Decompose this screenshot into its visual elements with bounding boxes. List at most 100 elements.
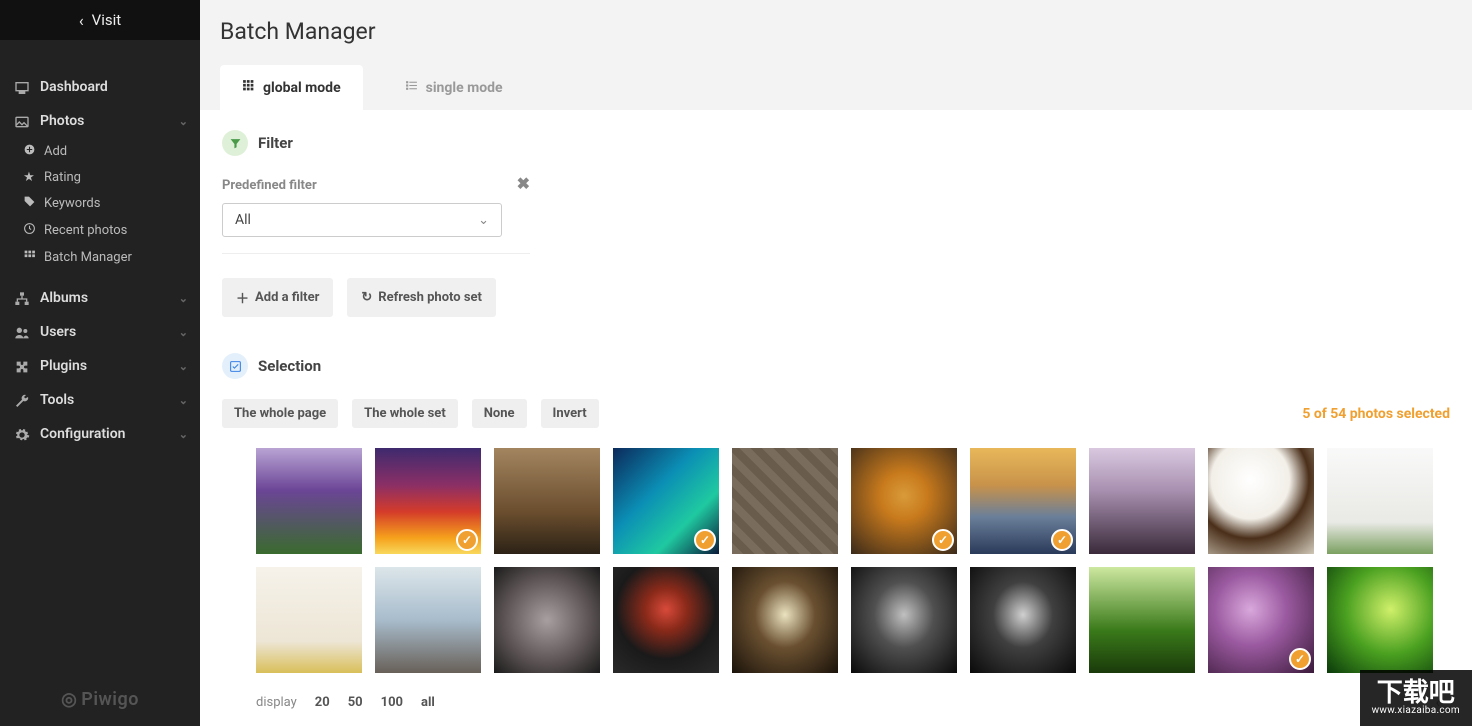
refresh-photo-set-button[interactable]: ↻ Refresh photo set [347, 278, 496, 317]
sidebar-item-configuration[interactable]: Configuration ⌄ [0, 417, 200, 451]
photo-thumbnail[interactable] [1208, 448, 1314, 554]
display-all[interactable]: all [421, 695, 435, 710]
nav-label: Albums [40, 290, 88, 306]
tab-label: global mode [263, 80, 341, 96]
sidebar-sub-rating[interactable]: ★ Rating [0, 165, 200, 190]
nav-label: Tools [40, 392, 74, 408]
select-invert-button[interactable]: Invert [541, 399, 599, 428]
star-icon: ★ [20, 170, 38, 185]
wrench-icon [12, 391, 32, 409]
grid-icon [20, 249, 38, 266]
thumbnail-image [613, 567, 719, 673]
nav-label: Users [40, 324, 76, 340]
selected-check-icon: ✓ [1289, 648, 1311, 670]
thumbnail-image [494, 448, 600, 554]
photo-thumbnail[interactable] [1327, 448, 1433, 554]
sidebar-item-users[interactable]: Users ⌄ [0, 315, 200, 349]
photo-thumbnail[interactable] [732, 448, 838, 554]
sidebar-item-photos[interactable]: Photos ⌄ [0, 104, 200, 138]
puzzle-icon [12, 357, 32, 375]
sidebar-item-tools[interactable]: Tools ⌄ [0, 383, 200, 417]
clock-icon [20, 222, 38, 239]
thumbnail-image [1089, 448, 1195, 554]
sidebar-sub-batch[interactable]: Batch Manager [0, 244, 200, 271]
photo-thumbnail[interactable] [256, 567, 362, 673]
sitemap-icon [12, 289, 32, 307]
select-none-button[interactable]: None [472, 399, 527, 428]
button-label: Add a filter [255, 290, 319, 305]
sub-label: Rating [44, 170, 81, 185]
page-title: Batch Manager [220, 18, 1452, 45]
tab-single-mode[interactable]: single mode [383, 65, 525, 110]
photo-thumbnail[interactable] [494, 448, 600, 554]
plus-icon: ＋ [236, 288, 249, 307]
photo-thumbnail[interactable] [851, 567, 957, 673]
refresh-icon: ↻ [361, 290, 372, 305]
nav-label: Photos [40, 113, 84, 129]
photo-thumbnail[interactable]: ✓ [613, 448, 719, 554]
sidebar-sub-recent[interactable]: Recent photos [0, 217, 200, 244]
camera-icon: ◎ [61, 689, 77, 710]
display-20[interactable]: 20 [315, 695, 330, 710]
thumbnail-image [1089, 567, 1195, 673]
image-icon [12, 112, 32, 130]
sidebar-item-dashboard[interactable]: Dashboard [0, 70, 200, 104]
photo-thumbnail[interactable]: ✓ [375, 448, 481, 554]
chevron-down-icon: ⌄ [179, 394, 188, 407]
display-50[interactable]: 50 [348, 695, 363, 710]
photo-thumbnail[interactable]: ✓ [1208, 567, 1314, 673]
sidebar-sub-add[interactable]: Add [0, 138, 200, 165]
photo-thumbnail[interactable] [970, 567, 1076, 673]
add-filter-button[interactable]: ＋ Add a filter [222, 278, 333, 317]
select-whole-page-button[interactable]: The whole page [222, 399, 338, 428]
tab-label: single mode [426, 80, 503, 96]
sub-label: Add [44, 144, 67, 159]
photo-thumbnail[interactable] [732, 567, 838, 673]
visit-label: Visit [92, 11, 122, 29]
sidebar-sub-keywords[interactable]: Keywords [0, 190, 200, 217]
photo-thumbnail[interactable] [1327, 567, 1433, 673]
photo-thumbnail[interactable] [256, 448, 362, 554]
photo-thumbnail[interactable]: ✓ [851, 448, 957, 554]
photo-thumbnail[interactable] [613, 567, 719, 673]
selection-icon [222, 353, 248, 379]
thumbnail-image [732, 448, 838, 554]
photo-thumbnail[interactable]: ✓ [970, 448, 1076, 554]
selection-status: 5 of 54 photos selected [1302, 406, 1450, 422]
chevron-left-icon: ‹ [79, 11, 84, 30]
chevron-down-icon: ⌄ [478, 213, 489, 228]
tab-global-mode[interactable]: global mode [220, 65, 363, 110]
remove-filter-button[interactable]: ✖ [517, 174, 530, 193]
display-label: display [256, 695, 297, 710]
thumbnail-image [970, 567, 1076, 673]
chevron-down-icon: ⌄ [179, 326, 188, 339]
plus-circle-icon [20, 143, 38, 160]
photo-thumbnail[interactable] [375, 567, 481, 673]
select-value: All [235, 212, 251, 228]
selected-check-icon: ✓ [694, 529, 716, 551]
photo-thumbnail[interactable] [1089, 448, 1195, 554]
nav-label: Dashboard [40, 79, 108, 95]
sidebar-item-plugins[interactable]: Plugins ⌄ [0, 349, 200, 383]
sub-label: Keywords [44, 196, 100, 211]
photo-thumbnail[interactable] [494, 567, 600, 673]
grid-icon [242, 79, 255, 96]
select-whole-set-button[interactable]: The whole set [352, 399, 458, 428]
visit-link[interactable]: ‹ Visit [0, 0, 200, 40]
thumbnail-image [732, 567, 838, 673]
predefined-filter-label: Predefined filter [222, 178, 530, 193]
thumbnail-image [1327, 448, 1433, 554]
selection-section-title: Selection [258, 357, 321, 375]
thumbnail-image [1208, 448, 1314, 554]
selected-check-icon: ✓ [1051, 529, 1073, 551]
display-100[interactable]: 100 [381, 695, 403, 710]
sidebar-item-albums[interactable]: Albums ⌄ [0, 281, 200, 315]
predefined-filter-select[interactable]: All ⌄ [222, 203, 502, 237]
button-label: Refresh photo set [378, 290, 482, 305]
photo-thumbnail[interactable] [1089, 567, 1195, 673]
thumbnail-image [1327, 567, 1433, 673]
monitor-icon [12, 78, 32, 96]
thumbnail-image [494, 567, 600, 673]
filter-section-title: Filter [258, 134, 293, 152]
chevron-down-icon: ⌄ [179, 292, 188, 305]
